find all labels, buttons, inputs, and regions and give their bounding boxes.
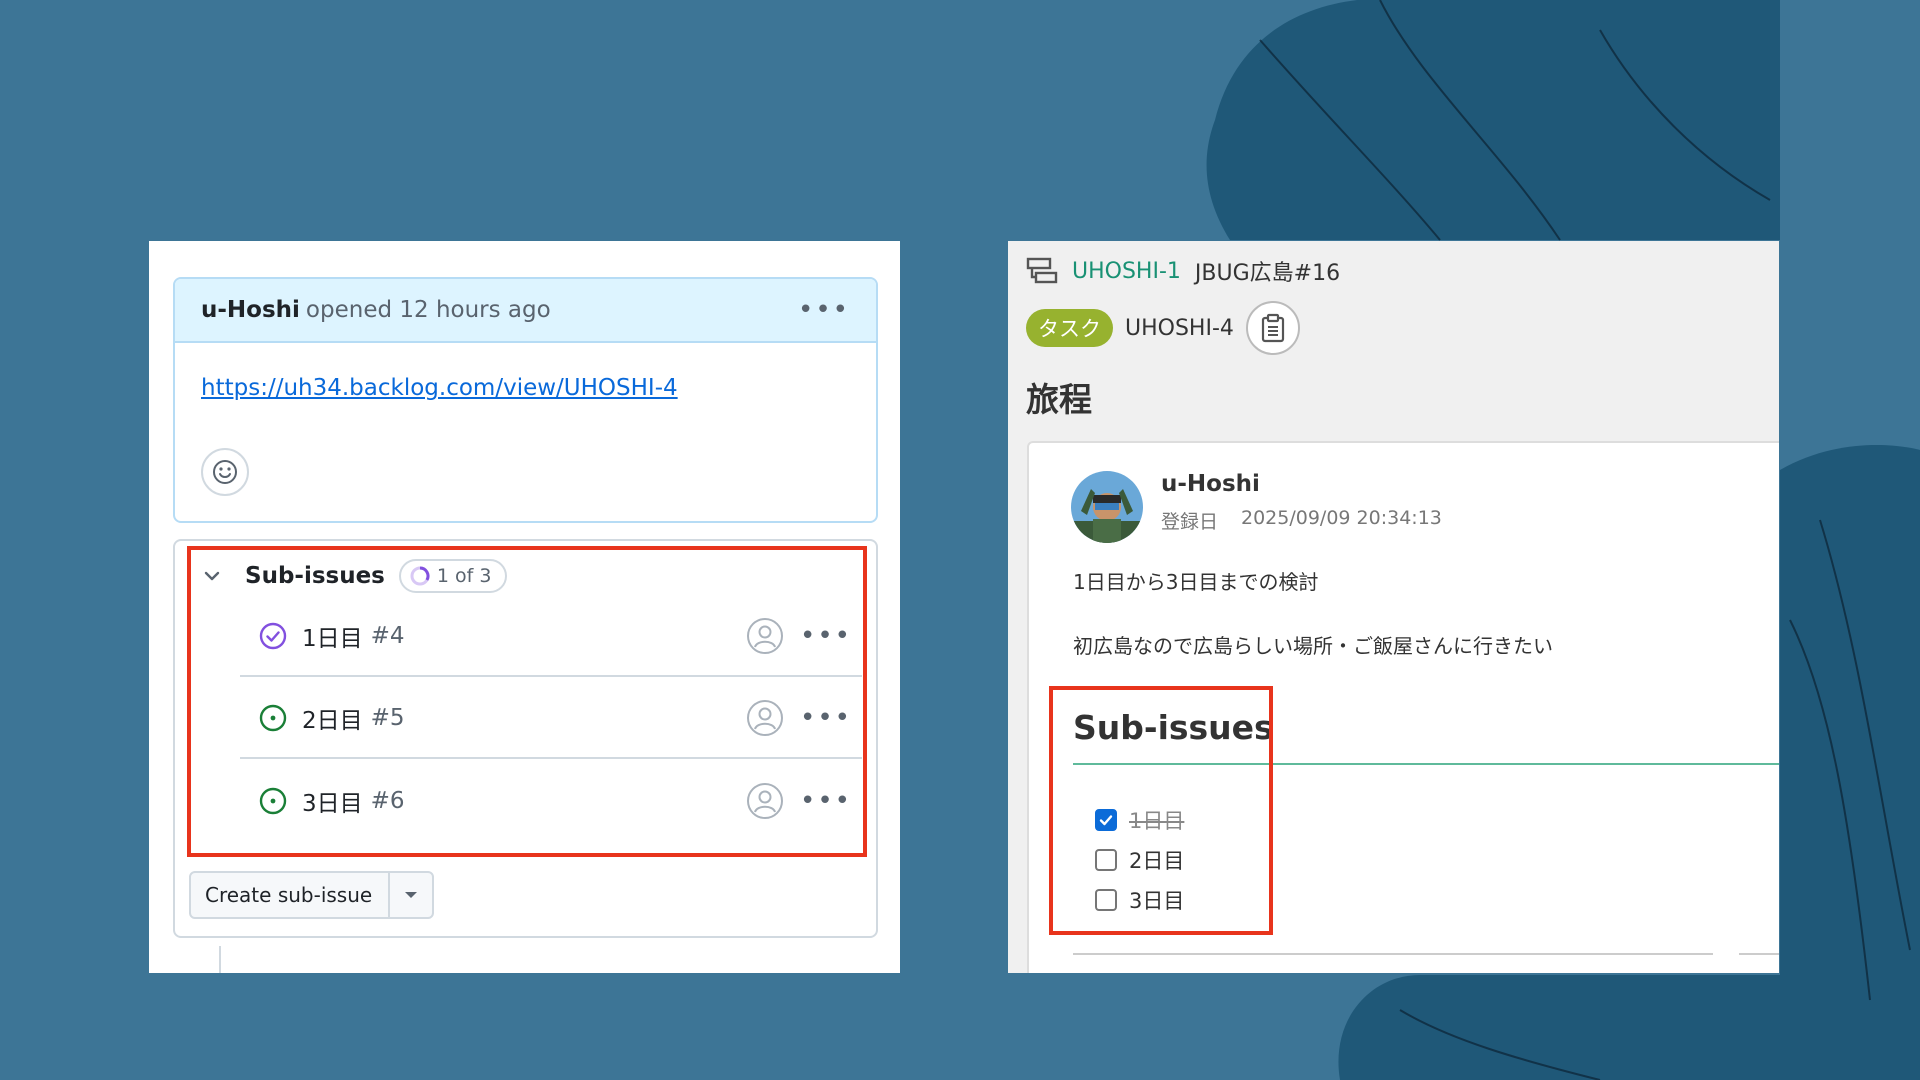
issue-title: 旅程 (1026, 380, 1092, 419)
timeline-line (219, 946, 221, 973)
assignee-icon[interactable] (746, 699, 784, 737)
parent-child-icon (1026, 257, 1058, 284)
checkbox[interactable] (1095, 849, 1117, 871)
assignee-icon[interactable] (746, 617, 784, 655)
clipboard-icon (1261, 313, 1285, 343)
user-avatar[interactable] (1071, 471, 1143, 543)
checklist-item[interactable]: 3日目 (1095, 885, 1184, 915)
divider (1073, 953, 1713, 955)
sub-issue-title[interactable]: 3日目 (302, 784, 363, 818)
sub-issues-section: Sub-issues 1 of 3 1日目 #4 ••• 2日目 #5 ••• … (173, 539, 878, 938)
sub-issue-more-icon[interactable]: ••• (800, 705, 852, 731)
checklist-item[interactable]: 1日目 (1095, 805, 1184, 835)
chevron-down-icon[interactable] (201, 565, 223, 587)
checklist-item[interactable]: 2日目 (1095, 845, 1184, 875)
add-reaction-button[interactable] (201, 448, 249, 496)
github-issue-panel: u-Hoshi opened 12 hours ago ••• https://u… (149, 241, 900, 973)
backlog-parent-row: UHOSHI-1 JBUG広島#16 (1026, 255, 1340, 287)
issue-open-icon (259, 704, 287, 732)
progress-text: 1 of 3 (436, 565, 492, 587)
issue-open-icon (259, 787, 287, 815)
issue-key: UHOSHI-4 (1125, 315, 1234, 341)
parent-issue-key[interactable]: UHOSHI-1 (1072, 259, 1181, 284)
create-sub-issue-dropdown[interactable] (390, 873, 432, 917)
issue-comment: u-Hoshi opened 12 hours ago ••• https://u… (173, 277, 878, 523)
checkbox-checked[interactable] (1095, 809, 1117, 831)
sub-issue-row[interactable]: 3日目 #6 ••• (240, 761, 862, 841)
sub-issue-more-icon[interactable]: ••• (800, 788, 852, 814)
description-line: 初広島なので広島らしい場所・ご飯屋さんに行きたい (1073, 634, 1553, 658)
sub-issue-title[interactable]: 1日目 (302, 619, 363, 653)
project-name: JBUG広島#16 (1194, 261, 1341, 286)
checklist-label: 3日目 (1129, 889, 1185, 913)
issue-meta-row: タスク UHOSHI-4 (1026, 301, 1300, 355)
checklist-label: 1日目 (1129, 809, 1185, 833)
sub-issue-number: #6 (370, 788, 405, 814)
issue-closed-icon (259, 622, 287, 650)
comment-more-icon[interactable]: ••• (798, 297, 850, 323)
backlog-sub-issues-title: Sub-issues (1073, 708, 1274, 747)
sub-issues-header[interactable]: Sub-issues 1 of 3 (201, 559, 508, 593)
sub-issue-title[interactable]: 2日目 (302, 701, 363, 735)
sub-issue-row[interactable]: 1日目 #4 ••• (240, 597, 862, 677)
issue-type-tag: タスク (1026, 309, 1113, 347)
comment-header: u-Hoshi opened 12 hours ago ••• (175, 279, 876, 343)
smiley-icon (213, 460, 237, 484)
sub-issues-progress: 1 of 3 (398, 559, 508, 593)
sub-issue-more-icon[interactable]: ••• (800, 623, 852, 649)
divider (1739, 953, 1779, 955)
heading-underline (1073, 763, 1779, 765)
create-sub-issue-button-group: Create sub-issue (189, 871, 434, 919)
create-sub-issue-button[interactable]: Create sub-issue (191, 873, 390, 917)
checklist-label: 2日目 (1129, 849, 1185, 873)
issue-detail-card: u-Hoshi 登録日 2025/09/09 20:34:13 1日目から3日目… (1027, 441, 1779, 973)
backlog-issue-panel: UHOSHI-1 JBUG広島#16 タスク UHOSHI-4 旅程 u-Hos… (1008, 241, 1779, 973)
author-name[interactable]: u-Hoshi (1161, 471, 1260, 497)
progress-ring-icon (410, 566, 430, 586)
backlog-issue-link[interactable]: https://uh34.backlog.com/view/UHOSHI-4 (201, 375, 678, 401)
copy-key-button[interactable] (1245, 301, 1300, 355)
comment-opened-time: opened 12 hours ago (305, 297, 551, 323)
sub-issue-number: #5 (370, 705, 405, 731)
checkbox[interactable] (1095, 889, 1117, 911)
caret-down-icon (405, 892, 417, 898)
sub-issue-row[interactable]: 2日目 #5 ••• (240, 679, 862, 759)
sub-issue-number: #4 (370, 623, 405, 649)
created-date: 2025/09/09 20:34:13 (1241, 507, 1442, 529)
created-date-label: 登録日 (1161, 511, 1219, 533)
assignee-icon[interactable] (746, 782, 784, 820)
sub-issues-title: Sub-issues (245, 563, 385, 589)
comment-author[interactable]: u-Hoshi (201, 297, 300, 323)
checkmark-icon (1099, 815, 1113, 826)
description-line: 1日目から3日目までの検討 (1073, 570, 1319, 594)
